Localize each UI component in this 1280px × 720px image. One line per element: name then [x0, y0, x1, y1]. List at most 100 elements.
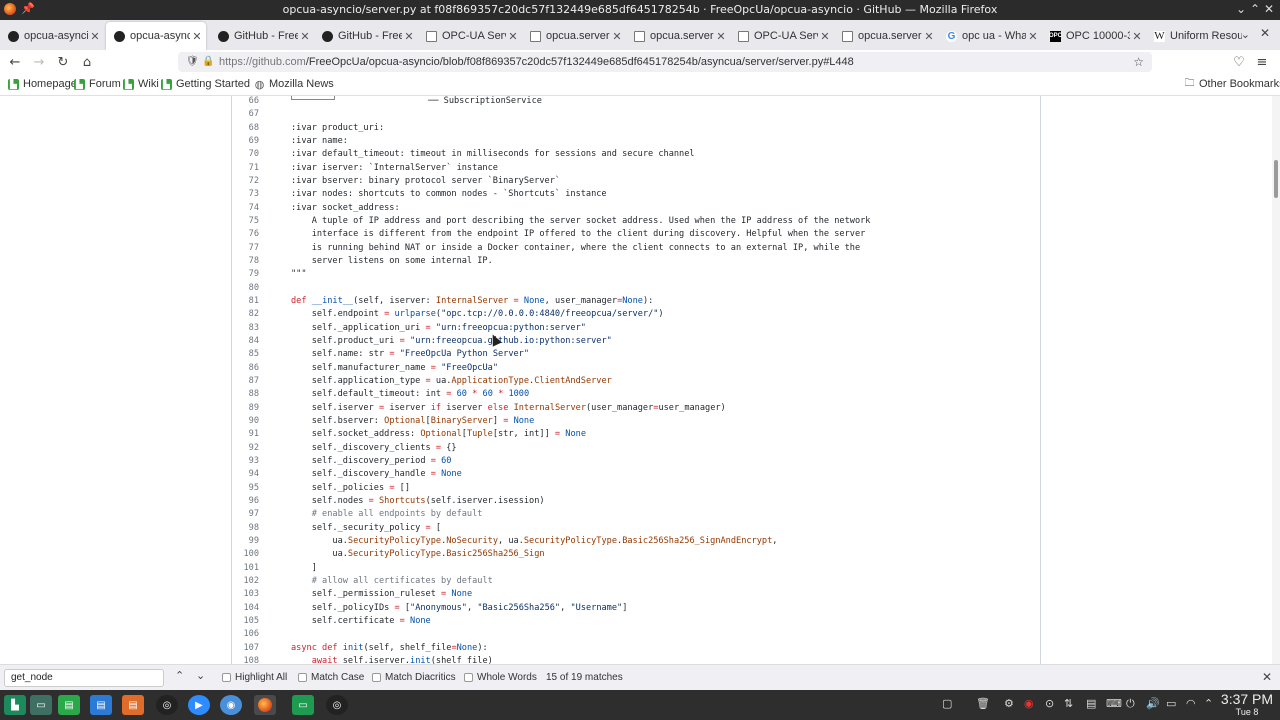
tab[interactable]: GitHub - FreeO ✕	[210, 22, 314, 50]
find-previous-icon[interactable]: ⌃	[175, 669, 184, 682]
line-number[interactable]: 80	[232, 282, 259, 295]
line-number[interactable]: 98	[232, 522, 259, 535]
url-bar[interactable]: 🛡 🔒 https://github.com/FreeOpcUa/opcua-a…	[178, 52, 1152, 72]
wifi-icon[interactable]: ◠	[1186, 697, 1196, 710]
checkbox[interactable]	[222, 673, 231, 682]
minimize-icon[interactable]: ⌄	[1236, 2, 1246, 16]
file-manager-icon[interactable]: ▭	[292, 695, 314, 715]
line-number[interactable]: 100	[232, 548, 259, 561]
line-number[interactable]: 96	[232, 495, 259, 508]
line-number[interactable]: 102	[232, 575, 259, 588]
close-window-icon[interactable]: ✕	[1264, 2, 1274, 16]
obs-icon[interactable]: ◎	[156, 695, 178, 715]
line-number[interactable]: 106	[232, 628, 259, 641]
line-number[interactable]: 87	[232, 375, 259, 388]
find-input[interactable]: get_node	[4, 669, 164, 687]
scrollbar[interactable]	[1272, 96, 1280, 664]
bookmark-star-icon[interactable]: ☆	[1133, 52, 1144, 72]
line-number[interactable]: 76	[232, 228, 259, 241]
tab-close-icon[interactable]: ✕	[818, 30, 832, 43]
chromium-icon[interactable]: ◉	[220, 695, 242, 715]
app-menu-icon[interactable]: ▙	[4, 695, 26, 715]
tab-close-icon[interactable]: ✕	[922, 30, 936, 43]
back-icon[interactable]: ←	[6, 53, 24, 71]
tab-close-icon[interactable]: ✕	[506, 30, 520, 43]
tab[interactable]: opcua.server.se ✕	[522, 22, 626, 50]
presentation-icon[interactable]: ▤	[122, 695, 144, 715]
highlight-all-checkbox[interactable]: Highlight All	[222, 672, 287, 683]
line-number[interactable]: 95	[232, 482, 259, 495]
tab-close-icon[interactable]: ✕	[88, 30, 102, 43]
bookmark-forum[interactable]: ▙ Forum	[74, 78, 121, 90]
tab-close-icon[interactable]: ✕	[610, 30, 624, 43]
tab[interactable]: OPC-UA Server ✕	[730, 22, 834, 50]
trash-icon[interactable]: 🗑	[976, 697, 990, 710]
volume-icon[interactable]: 🔊	[1146, 697, 1160, 710]
update-icon[interactable]: ⊙	[1045, 697, 1054, 710]
line-number[interactable]: 85	[232, 348, 259, 361]
checkbox[interactable]	[464, 673, 473, 682]
document-icon[interactable]: ▤	[90, 695, 112, 715]
tab[interactable]: G opc ua - What i ✕	[938, 22, 1042, 50]
line-number[interactable]: 79	[232, 268, 259, 281]
bookmark-getting-started[interactable]: ▙ Getting Started	[161, 78, 250, 90]
other-bookmarks[interactable]: 🗀 Other Bookmarks	[1184, 78, 1280, 91]
tray-expand-icon[interactable]: ⌃	[1204, 697, 1213, 710]
line-number[interactable]: 72	[232, 175, 259, 188]
whole-words-checkbox[interactable]: Whole Words	[464, 672, 537, 683]
forward-icon[interactable]: →	[30, 53, 48, 71]
tracking-protection-icon[interactable]: 🛡	[186, 52, 199, 72]
clock[interactable]: 3:37 PM Tue 8	[1218, 691, 1276, 719]
line-number[interactable]: 108	[232, 655, 259, 664]
line-number[interactable]: 71	[232, 162, 259, 175]
firefox-taskbar-icon[interactable]	[254, 695, 276, 715]
tab-close-icon[interactable]: ✕	[298, 30, 312, 43]
line-number[interactable]: 104	[232, 602, 259, 615]
line-number[interactable]: 67	[232, 108, 259, 121]
tab[interactable]: opcua.server.se ✕	[626, 22, 730, 50]
line-number[interactable]: 92	[232, 442, 259, 455]
close-tab-icon[interactable]: ✕	[1260, 26, 1270, 40]
line-number[interactable]: 82	[232, 308, 259, 321]
tab[interactable]: OPC-UA Server ✕	[418, 22, 522, 50]
power-icon[interactable]: ⏻	[1126, 697, 1135, 711]
tab[interactable]: GitHub - FreeOp ✕	[314, 22, 418, 50]
tab[interactable]: opcua-asyncio/ ✕	[0, 22, 104, 50]
tab[interactable]: W Uniform Resour	[1146, 22, 1242, 50]
tab-close-icon[interactable]: ✕	[190, 30, 204, 43]
checkbox[interactable]	[372, 673, 381, 682]
match-case-checkbox[interactable]: Match Case	[298, 672, 364, 683]
url-text[interactable]: https://github.com/FreeOpcUa/opcua-async…	[219, 52, 854, 72]
workspace-icon[interactable]: ▭	[30, 695, 52, 715]
settings-icon[interactable]: ⚙	[1004, 697, 1014, 710]
line-number[interactable]: 69	[232, 135, 259, 148]
line-number[interactable]: 90	[232, 415, 259, 428]
maximize-icon[interactable]: ⌃	[1250, 2, 1260, 16]
line-number[interactable]: 84	[232, 335, 259, 348]
lock-icon[interactable]: 🔒	[202, 52, 214, 72]
scrollbar-thumb[interactable]	[1274, 160, 1278, 198]
line-number[interactable]: 78	[232, 255, 259, 268]
tab-active[interactable]: opcua-asyncio ✕	[106, 22, 206, 50]
tab[interactable]: opcua.server.se ✕	[834, 22, 938, 50]
bookmark-wiki[interactable]: ▙ Wiki	[123, 78, 159, 90]
obs-icon[interactable]: ◎	[326, 695, 348, 715]
tab-close-icon[interactable]: ✕	[1130, 30, 1144, 43]
menu-icon[interactable]: ≡	[1253, 53, 1271, 71]
match-diacritics-checkbox[interactable]: Match Diacritics	[372, 672, 456, 683]
line-number[interactable]: 97	[232, 508, 259, 521]
line-number[interactable]: 81	[232, 295, 259, 308]
zoom-icon[interactable]: ▶	[188, 695, 210, 715]
line-number[interactable]: 68	[232, 122, 259, 135]
line-number[interactable]: 75	[232, 215, 259, 228]
pocket-icon[interactable]: ♡	[1230, 53, 1248, 71]
tab-close-icon[interactable]: ✕	[1026, 30, 1040, 43]
line-number[interactable]: 86	[232, 362, 259, 375]
line-number[interactable]: 70	[232, 148, 259, 161]
tab[interactable]: OPC OPC 10000-3 U ✕	[1042, 22, 1146, 50]
tab-close-icon[interactable]: ✕	[714, 30, 728, 43]
line-number[interactable]: 101	[232, 562, 259, 575]
list-all-tabs-icon[interactable]: ⌄	[1241, 28, 1250, 41]
line-number[interactable]: 94	[232, 468, 259, 481]
network-icon[interactable]: ⇅	[1064, 697, 1073, 710]
